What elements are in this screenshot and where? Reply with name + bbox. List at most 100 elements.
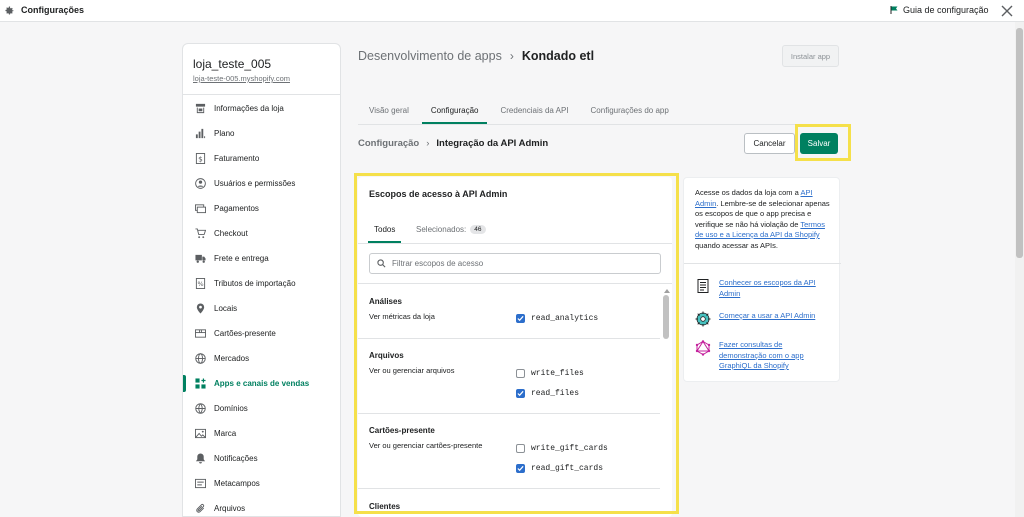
link-label: Fazer consultas de demonstração com o ap… [719,340,804,370]
store-name: loja_teste_005 [193,57,272,71]
permission-read-files[interactable]: read_files [516,389,579,398]
checkbox[interactable] [516,464,525,473]
permission-label: read_files [531,389,580,398]
permission-write-gift-cards[interactable]: write_gift_cards [516,444,608,453]
install-app-button[interactable]: Instalar app [782,45,839,67]
permission-read-analytics[interactable]: read_analytics [516,314,598,323]
permission-label: write_gift_cards [531,444,608,453]
scrollbar-thumb[interactable] [663,295,669,339]
api-info-card: Acesse os dados da loja com a API Admin.… [683,177,841,382]
section-description: Ver ou gerenciar cartões-presente [369,441,483,450]
chevron-right-icon: › [509,49,514,63]
info-text-part: Acesse os dados da loja com a [695,188,801,197]
divider [358,283,672,284]
page-scrollbar[interactable] [1015,22,1024,517]
sidebar-item-label: Domínios [214,404,248,413]
checkbox[interactable] [516,314,525,323]
sidebar-item-shipping[interactable]: Frete e entrega [183,246,340,271]
checkbox[interactable] [516,389,525,398]
sidebar-item-payments[interactable]: Pagamentos [183,196,340,221]
page-title: Configurações [21,5,85,15]
document-icon [697,279,709,293]
sidebar-item-markets[interactable]: Mercados [183,346,340,371]
paperclip-icon [196,504,205,513]
user-icon [195,178,206,189]
tab-label: Todos [374,224,396,234]
sidebar-item-gift-cards[interactable]: Cartões-presente [183,321,340,346]
permission-label: read_gift_cards [531,464,604,473]
sidebar-item-store-details[interactable]: Informações da loja [183,96,340,121]
tab-selected-scopes[interactable]: Selecionados: 46 [416,215,486,243]
sidebar-item-brand[interactable]: Marca [183,421,340,446]
duties-icon: % [195,278,206,289]
checkbox[interactable] [516,369,525,378]
brand-icon [195,428,206,439]
sidebar-item-billing[interactable]: $ Faturamento [183,146,340,171]
payments-icon [195,204,206,214]
breadcrumb: Desenvolvimento de apps › Kondado etl [358,49,594,63]
close-icon[interactable] [1000,4,1014,18]
sidebar-item-domains[interactable]: Domínios [183,396,340,421]
sidebar-item-label: Locais [214,304,238,313]
sidebar-item-users[interactable]: Usuários e permissões [183,171,340,196]
app-tabs: Visão geral Configuração Credenciais da … [358,96,680,124]
sidebar-item-files[interactable]: Arquivos [183,496,340,516]
sidebar-item-checkout[interactable]: Checkout [183,221,340,246]
setup-guide-button[interactable]: Guia de configuração [889,5,989,15]
cart-icon [195,228,206,239]
learn-scopes-link[interactable]: Conhecer os escopos da API Admin [695,278,829,299]
sub-breadcrumb-parent-link[interactable]: Configuração [358,138,419,149]
sidebar-item-label: Usuários e permissões [214,179,296,188]
chevron-right-icon: › [426,138,430,149]
gear-icon [5,6,14,15]
filter-scopes-input[interactable] [392,259,652,268]
sidebar-item-duties[interactable]: % Tributos de importação [183,271,340,296]
divider [358,338,660,339]
scopes-scrollbar[interactable] [663,289,670,517]
divider [358,243,672,244]
store-icon [195,103,206,114]
sidebar-item-label: Faturamento [214,154,260,163]
scroll-up-icon[interactable] [664,289,670,293]
section-title: Análises [369,297,402,306]
tab-app-settings[interactable]: Configurações do app [580,96,680,124]
card-title: Escopos de acesso à API Admin [369,189,508,199]
store-url-link[interactable]: loja-teste-005.myshopify.com [193,74,290,83]
checkbox[interactable] [516,444,525,453]
sidebar-item-metafields[interactable]: Metacampos [183,471,340,496]
search-icon [377,259,386,268]
sidebar-item-label: Cartões-presente [214,329,276,338]
info-text-part: quando acessar as APIs. [695,240,778,250]
sidebar-item-plan[interactable]: Plano [183,121,340,146]
svg-text:%: % [197,280,203,288]
sidebar-item-notifications[interactable]: Notificações [183,446,340,471]
selected-count-badge: 46 [470,224,486,234]
domain-icon [195,403,206,414]
info-text: Acesse os dados da loja com a API Admin.… [695,188,833,251]
tab-all-scopes[interactable]: Todos [367,215,402,243]
get-started-link[interactable]: Começar a usar a API Admin [695,311,829,327]
permission-write-files[interactable]: write_files [516,369,584,378]
gift-card-icon [195,329,206,338]
tab-overview[interactable]: Visão geral [358,96,420,124]
sidebar-item-label: Mercados [214,354,250,363]
save-button[interactable]: Salvar [800,133,838,154]
sidebar-item-label: Arquivos [214,504,246,513]
divider [358,488,660,489]
sidebar-item-label: Notificações [214,454,258,463]
location-icon [196,303,205,314]
cancel-button[interactable]: Cancelar [744,133,795,154]
filter-field[interactable] [369,253,661,274]
permission-read-gift-cards[interactable]: read_gift_cards [516,464,603,473]
tab-configuration[interactable]: Configuração [420,96,490,124]
breadcrumb-parent-link[interactable]: Desenvolvimento de apps [358,49,502,63]
sidebar-item-locations[interactable]: Locais [183,296,340,321]
check-icon [517,315,524,322]
scrollbar-thumb[interactable] [1016,28,1023,258]
graphiql-link[interactable]: Fazer consultas de demonstração com o ap… [695,340,829,372]
tab-api-credentials[interactable]: Credenciais da API [489,96,579,124]
settings-sidebar: loja_teste_005 loja-teste-005.myshopify.… [182,43,341,517]
sidebar-item-apps[interactable]: Apps e canais de vendas [183,371,340,396]
scope-tabs: Todos Selecionados: 46 [358,215,672,243]
flag-icon [890,6,898,14]
